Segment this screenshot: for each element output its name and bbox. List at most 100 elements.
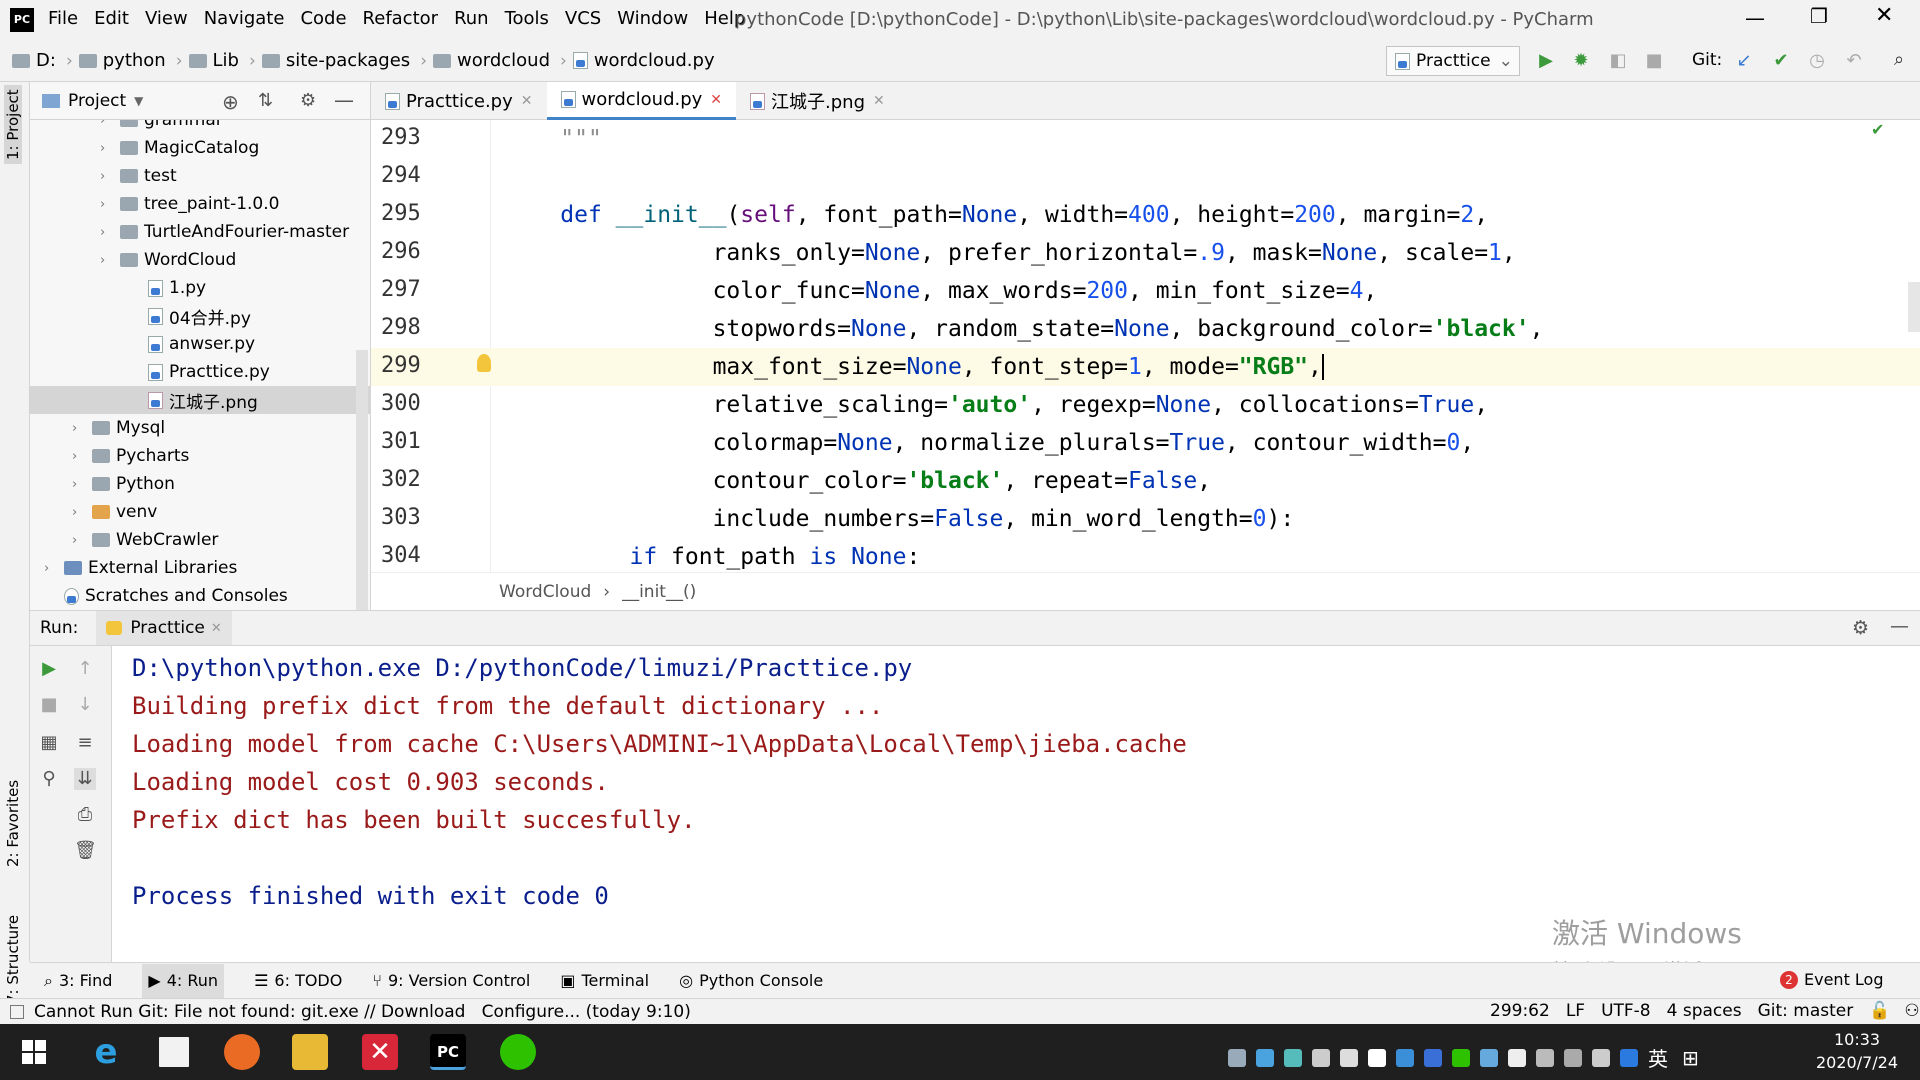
breadcrumb-wordcloud[interactable]: wordcloud (433, 50, 550, 71)
chevron-right-icon[interactable]: › (100, 120, 116, 128)
chevron-right-icon[interactable]: › (72, 533, 88, 548)
debug-icon[interactable]: ✹ (1570, 50, 1592, 72)
pin-icon[interactable]: ⚲ (38, 768, 60, 790)
tool-tab-todo[interactable]: ☰ 6: TODO (254, 971, 342, 990)
project-tool-button[interactable]: 1: Project (4, 85, 22, 164)
print-icon[interactable]: ⎙ (74, 804, 96, 826)
event-log-button[interactable]: 2 Event Log (1780, 970, 1884, 989)
cloud-icon[interactable] (1340, 1048, 1358, 1067)
tree-item[interactable]: › External Libraries (30, 554, 371, 582)
breadcrumb-python[interactable]: python (78, 50, 166, 71)
gear-icon[interactable]: ⚙ (1852, 617, 1869, 639)
menu-edit[interactable]: Edit (94, 8, 129, 29)
tree-item[interactable]: › Python (30, 470, 371, 498)
keyboard-layout-icon[interactable]: ⊞ (1682, 1046, 1699, 1070)
tray-app-icon[interactable] (1424, 1048, 1442, 1067)
chevron-right-icon[interactable]: › (100, 197, 116, 212)
menu-vcs[interactable]: VCS (565, 8, 601, 29)
firefox-icon[interactable] (224, 1034, 260, 1070)
breadcrumb-wordcloud-py[interactable]: wordcloud.py (572, 50, 715, 71)
xmind-icon[interactable]: ✕ (362, 1034, 398, 1070)
close-tab-icon[interactable]: ✕ (521, 93, 533, 109)
tab-wordcloud-py[interactable]: wordcloud.py ✕ (546, 82, 737, 120)
wechat-icon[interactable] (500, 1034, 536, 1070)
hide-panel-icon[interactable]: — (334, 88, 354, 112)
tree-item[interactable]: › tree_paint-1.0.0 (30, 190, 371, 218)
tree-item[interactable]: › WebCrawler (30, 526, 371, 554)
tool-tab-version-control[interactable]: ⑂ 9: Version Control (372, 971, 530, 990)
hide-panel-icon[interactable]: — (1890, 615, 1909, 637)
breadcrumb-lib[interactable]: Lib (188, 50, 239, 71)
status-toggle-icon[interactable] (10, 1004, 24, 1019)
chevron-right-icon[interactable]: › (72, 449, 88, 464)
caret-position[interactable]: 299:62 (1490, 1001, 1550, 1021)
scroll-to-end-icon[interactable]: ⇊ (74, 768, 96, 790)
rerun-icon[interactable]: ▶ (38, 658, 60, 680)
scroll-down-icon[interactable]: ↓ (74, 694, 96, 716)
run-tab-practtice[interactable]: Practtice ✕ (96, 611, 232, 645)
tree-item[interactable]: › MagicCatalog (30, 134, 371, 162)
close-tab-icon[interactable]: ✕ (710, 92, 722, 108)
history-icon[interactable]: ◷ (1806, 50, 1828, 72)
tree-item[interactable]: › grammar (30, 120, 371, 134)
chevron-right-icon[interactable]: › (100, 225, 116, 240)
git-update-icon[interactable]: ↙ (1733, 50, 1755, 72)
chevron-right-icon[interactable]: › (100, 253, 116, 268)
inspector-icon[interactable]: ⚇ (1904, 1001, 1919, 1021)
menu-tools[interactable]: Tools (505, 8, 549, 29)
menu-file[interactable]: File (48, 8, 78, 29)
pycharm-taskbar-icon[interactable]: PC (430, 1034, 466, 1070)
edge-browser-icon[interactable]: e (88, 1034, 124, 1070)
tree-item[interactable]: › Pycharts (30, 442, 371, 470)
windows-start-icon[interactable] (22, 1040, 46, 1064)
chevron-right-icon[interactable]: › (44, 561, 60, 576)
tree-item[interactable]: 04合并.py (30, 302, 371, 330)
project-view-selector[interactable]: Project (68, 91, 126, 111)
menu-code[interactable]: Code (300, 8, 346, 29)
tool-tab-python-console[interactable]: ◎ Python Console (679, 971, 823, 990)
breadcrumb-class[interactable]: WordCloud (499, 582, 591, 602)
scroll-up-icon[interactable]: ↑ (74, 658, 96, 680)
indent-setting[interactable]: 4 spaces (1667, 1001, 1742, 1021)
tray-app-icon[interactable] (1368, 1048, 1386, 1067)
rollback-icon[interactable]: ↶ (1843, 50, 1865, 72)
search-icon[interactable]: ⌕ (1888, 49, 1910, 71)
breadcrumb-method[interactable]: __init__() (622, 582, 696, 602)
lightbulb-icon[interactable] (477, 354, 491, 372)
coverage-icon[interactable]: ◧ (1607, 50, 1629, 72)
menu-window[interactable]: Window (617, 8, 688, 29)
restore-icon[interactable]: ❐ (1810, 4, 1828, 28)
line-separator[interactable]: LF (1566, 1001, 1585, 1021)
file-explorer-icon[interactable] (292, 1034, 328, 1070)
layout-icon[interactable]: ▦ (38, 732, 60, 754)
code-area[interactable]: """ def __init__(self, font_path=None, w… (491, 120, 1920, 572)
tree-item[interactable]: › TurtleAndFourier-master (30, 218, 371, 246)
store-icon[interactable] (156, 1034, 192, 1070)
file-encoding[interactable]: UTF-8 (1601, 1001, 1651, 1021)
battery-icon[interactable] (1536, 1048, 1554, 1067)
wifi-icon[interactable] (1564, 1048, 1582, 1067)
menu-refactor[interactable]: Refactor (363, 8, 439, 29)
bluetooth-icon[interactable] (1620, 1048, 1638, 1067)
editor-scrollbar[interactable] (1908, 282, 1920, 332)
close-tab-icon[interactable]: ✕ (211, 621, 222, 636)
stop-icon[interactable]: ■ (1643, 50, 1665, 72)
lock-icon[interactable]: 🔓 (1869, 1001, 1890, 1021)
git-branch[interactable]: Git: master (1758, 1001, 1854, 1021)
minimize-icon[interactable]: — (1745, 6, 1765, 30)
tree-item[interactable]: › Mysql (30, 414, 371, 442)
clock[interactable]: 10:33 2020/7/24 (1816, 1028, 1898, 1074)
tree-item[interactable]: › test (30, 162, 371, 190)
ime-indicator[interactable]: 英 (1648, 1043, 1668, 1072)
favorites-tool-button[interactable]: 2: Favorites (4, 780, 22, 867)
status-message[interactable]: Cannot Run Git: File not found: git.exe … (34, 1002, 691, 1022)
stop-icon[interactable]: ■ (38, 694, 60, 716)
tray-app-icon[interactable] (1480, 1048, 1498, 1067)
tree-item[interactable]: › venv (30, 498, 371, 526)
tray-app-icon[interactable] (1508, 1048, 1526, 1067)
tool-tab-terminal[interactable]: ▣ Terminal (560, 971, 649, 990)
locate-icon[interactable]: ⊕ (222, 90, 239, 114)
run-config-dropdown[interactable]: Practtice ⌄ (1386, 46, 1520, 76)
trash-icon[interactable]: 🗑 (74, 840, 97, 862)
collapse-all-icon[interactable]: ⇅ (258, 90, 273, 111)
